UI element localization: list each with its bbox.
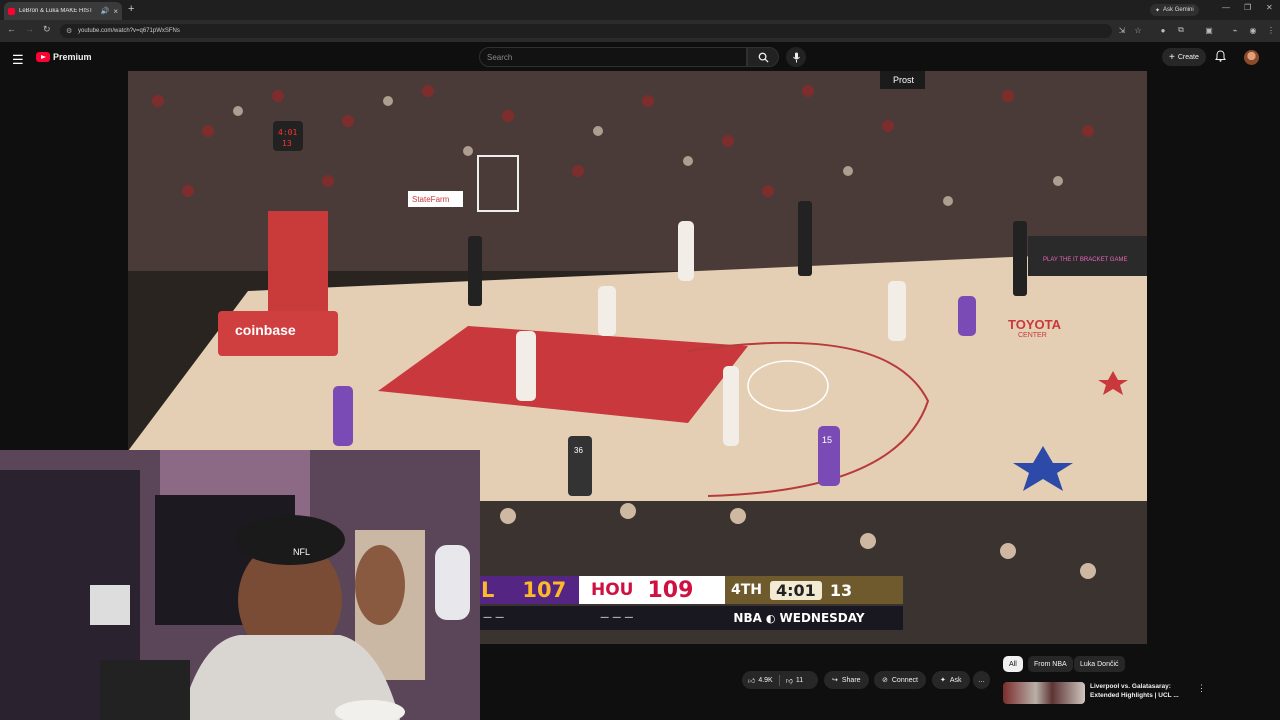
- scoreboard-subbar: — — — — — NBA ◐ WEDNESDAY: [479, 606, 903, 630]
- jersey-15: 15: [822, 435, 832, 445]
- home-fouls: — — —: [600, 613, 634, 623]
- away-fouls: — —: [483, 613, 505, 623]
- scoreboard: L 107 HOU 109 4TH 4:01 13 — — — — — NBA …: [479, 576, 903, 630]
- search-icon: [758, 52, 769, 63]
- like-dislike-group: 👍︎ 4.9K 👎︎ 11: [742, 671, 818, 689]
- ask-gemini-button[interactable]: ✦ Ask Gemini: [1150, 4, 1199, 16]
- quarter: 4TH: [731, 582, 763, 598]
- logo-text: Premium: [53, 52, 92, 62]
- toyota-sign: TOYOTA: [1008, 317, 1062, 332]
- profile-icon[interactable]: ◉: [1248, 25, 1258, 35]
- bookmark-star-icon[interactable]: ☆: [1133, 25, 1143, 35]
- chip-from-nba[interactable]: From NBA: [1028, 656, 1073, 672]
- thumbs-up-icon: 👍︎: [748, 677, 756, 685]
- create-label: Create: [1177, 53, 1199, 61]
- more-vertical-icon[interactable]: ⋮: [1197, 683, 1206, 694]
- like-count: 4.9K: [758, 676, 773, 684]
- rec-title-line1: Liverpool vs. Galatasaray:: [1090, 683, 1171, 690]
- shot-clock: 13: [829, 580, 853, 600]
- cap-logo: NFL: [293, 547, 310, 557]
- recommended-video[interactable]: Liverpool vs. Galatasaray: Extended High…: [1003, 682, 1193, 704]
- close-window-icon[interactable]: ✕: [1266, 3, 1273, 12]
- sparkle-icon: ✦: [940, 677, 946, 684]
- site-info-icon[interactable]: ⚙: [66, 27, 72, 35]
- url-text: youtube.com/watch?v=q671pWxSFNs: [78, 28, 180, 34]
- notifications-bell-icon[interactable]: [1215, 50, 1226, 65]
- away-score: 107: [522, 578, 567, 602]
- audio-icon: 🔊: [100, 8, 110, 15]
- ask-label: Ask: [949, 676, 962, 684]
- search-button[interactable]: [747, 47, 779, 67]
- away-team-cell: L 107: [479, 576, 579, 604]
- webcam-frame: NFL: [0, 450, 480, 720]
- more-actions-button[interactable]: …: [973, 671, 990, 689]
- share-label: Share: [841, 676, 861, 684]
- sidepanel-icon[interactable]: ▣: [1204, 25, 1214, 35]
- extension-icon[interactable]: ⌁: [1230, 25, 1240, 35]
- ref-number: 36: [574, 446, 583, 455]
- reload-icon[interactable]: ↻: [43, 24, 51, 35]
- forward-icon[interactable]: →: [25, 24, 34, 34]
- youtube-play-icon: [36, 52, 50, 62]
- shot-clock-num: 13: [282, 139, 292, 148]
- gemini-icon: ✦: [1155, 7, 1161, 14]
- coinbase-sign: coinbase: [235, 322, 296, 338]
- prost-sign: Prost: [893, 75, 915, 85]
- ask-gemini-label: Ask Gemini: [1163, 7, 1194, 13]
- broadcast-network: NBA: [733, 611, 762, 625]
- broadcast-day: WEDNESDAY: [779, 611, 865, 625]
- connect-icon: ⊘: [882, 677, 888, 684]
- chip-luka-doncic[interactable]: Luka Dončić: [1074, 656, 1125, 672]
- home-score: 109: [647, 577, 694, 603]
- webcam-overlay: NFL: [0, 450, 480, 720]
- youtube-favicon-icon: [8, 7, 15, 15]
- minimize-icon[interactable]: —: [1222, 3, 1230, 12]
- search-box[interactable]: [479, 47, 747, 67]
- recommended-video-thumbnail[interactable]: [1003, 682, 1085, 704]
- chip-all[interactable]: All: [1003, 656, 1023, 672]
- connect-label: Connect: [891, 676, 918, 684]
- rec-title-line2: Extended Highlights | UCL ...: [1090, 692, 1179, 699]
- restore-icon[interactable]: ❐: [1244, 3, 1251, 12]
- home-team-cell: HOU 109: [579, 576, 725, 604]
- shot-clock-top: 4:01: [278, 128, 297, 137]
- share-button[interactable]: ↪ Share: [824, 671, 869, 689]
- create-button[interactable]: + Create: [1162, 48, 1206, 66]
- address-bar[interactable]: ⚙ youtube.com/watch?v=q671pWxSFNs: [60, 24, 1112, 38]
- extensions-icon[interactable]: ⧉: [1176, 25, 1186, 35]
- search-input[interactable]: [487, 52, 746, 62]
- away-team-abbr: L: [481, 578, 495, 602]
- center-sign: CENTER: [1018, 332, 1047, 339]
- recommended-video-title[interactable]: Liverpool vs. Galatasaray: Extended High…: [1090, 682, 1190, 700]
- home-team-abbr: HOU: [591, 580, 634, 600]
- bracket-sign: PLAY THE IT BRACKET GAME: [1043, 257, 1127, 263]
- browser-tab-strip: LeBron & Luka MAKE HIST 🔊 × + ✦ Ask Gemi…: [0, 0, 1280, 20]
- microphone-icon: [792, 52, 800, 62]
- game-state-cell: 4TH 4:01 13: [725, 576, 903, 604]
- browser-tab[interactable]: LeBron & Luka MAKE HIST 🔊 ×: [4, 2, 122, 20]
- nba-logo-icon: ◐: [765, 611, 776, 625]
- more-horizontal-icon: …: [978, 676, 985, 684]
- browser-tab-title: LeBron & Luka MAKE HIST: [19, 8, 93, 14]
- install-icon[interactable]: ⇲: [1117, 25, 1127, 35]
- game-clock: 4:01: [770, 580, 822, 600]
- account-avatar[interactable]: [1244, 50, 1259, 65]
- like-button[interactable]: 👍︎ 4.9K: [742, 671, 779, 689]
- close-tab-icon[interactable]: ×: [113, 7, 118, 16]
- ask-button[interactable]: ✦ Ask: [932, 671, 970, 689]
- dislike-button[interactable]: 👎︎ 11: [780, 671, 809, 689]
- dislike-count: 11: [795, 676, 804, 684]
- voice-search-button[interactable]: [786, 47, 806, 67]
- hamburger-menu-icon[interactable]: ☰: [12, 52, 24, 68]
- share-icon: ↪: [832, 677, 838, 684]
- extension-circle-icon[interactable]: ●: [1158, 25, 1168, 35]
- back-icon[interactable]: ←: [7, 24, 16, 34]
- browser-menu-icon[interactable]: ⋮: [1266, 25, 1276, 35]
- statefarm-sign: StateFarm: [412, 195, 450, 204]
- connect-button[interactable]: ⊘ Connect: [874, 671, 926, 689]
- plus-icon: +: [1169, 51, 1175, 63]
- new-tab-button[interactable]: +: [128, 3, 134, 15]
- youtube-logo[interactable]: Premium: [36, 52, 92, 62]
- thumbs-down-icon: 👎︎: [785, 677, 793, 685]
